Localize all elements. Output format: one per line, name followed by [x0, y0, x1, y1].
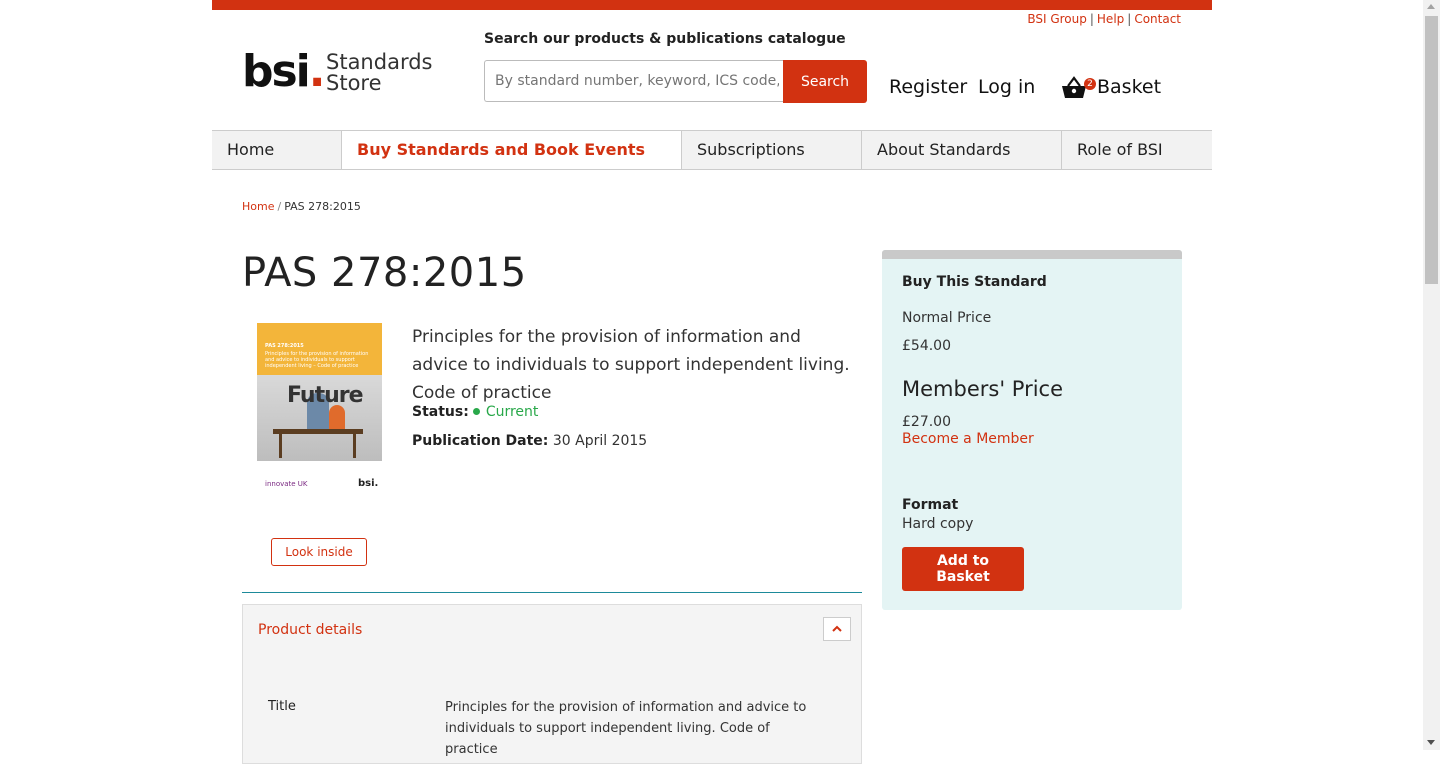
status-dot-icon — [472, 408, 480, 415]
section-divider — [242, 592, 862, 593]
pub-date-value: 30 April 2015 — [552, 433, 648, 449]
chevron-up-icon — [832, 625, 842, 632]
look-inside-button[interactable]: Look inside — [271, 538, 367, 566]
add-to-basket-button[interactable]: Add to Basket — [902, 547, 1024, 591]
cover-person — [329, 405, 345, 431]
main-nav: Home Buy Standards and Book Events Subsc… — [212, 130, 1212, 170]
members-price-value: £27.00 — [902, 414, 951, 430]
product-description: Principles for the provision of informat… — [412, 327, 850, 403]
scrollbar-thumb[interactable] — [1425, 16, 1438, 284]
help-link[interactable]: Help — [1097, 12, 1124, 26]
nav-about-standards[interactable]: About Standards — [862, 131, 1062, 169]
bsi-standards-store-logo[interactable]: bsi. Standards Store — [242, 46, 442, 100]
cover-word: Future — [287, 383, 364, 408]
scroll-up-arrow-icon[interactable] — [1427, 4, 1435, 9]
breadcrumb: Home / PAS 278:2015 — [242, 200, 361, 213]
nav-subscriptions[interactable]: Subscriptions — [682, 131, 862, 169]
breadcrumb-separator: / — [277, 200, 282, 213]
detail-row-value: Principles for the provision of informat… — [445, 700, 807, 757]
nav-home[interactable]: Home — [212, 131, 342, 169]
search-input[interactable] — [485, 61, 789, 101]
product-cover-image[interactable]: PAS 278:2015 Principles for the provisio… — [257, 323, 382, 498]
product-status: Status: Current — [412, 404, 538, 420]
bsi-logo-mark: bsi. — [242, 46, 326, 97]
buy-box-top-strip — [882, 250, 1182, 259]
nav-buy-standards[interactable]: Buy Standards and Book Events — [342, 131, 682, 169]
become-member-link[interactable]: Become a Member — [902, 431, 1034, 447]
logo-line1: Standards — [326, 50, 433, 74]
format-value: Hard copy — [902, 516, 974, 532]
cover-partner-logo: innovate UK — [265, 480, 308, 488]
status-label: Status: — [412, 404, 469, 420]
utility-links: BSI Group | Help | Contact — [1027, 12, 1181, 26]
normal-price-label: Normal Price — [902, 310, 992, 326]
product-details-panel: Product details Title Principles for the… — [242, 604, 862, 764]
format-label: Format — [902, 497, 959, 513]
register-link[interactable]: Register — [889, 76, 967, 98]
brand-top-bar — [212, 0, 1212, 10]
members-price-label: Members' Price — [902, 377, 1063, 401]
logo-line2: Store — [326, 71, 382, 95]
separator: | — [1127, 12, 1132, 26]
breadcrumb-home[interactable]: Home — [242, 200, 274, 213]
detail-row-label: Title — [268, 699, 296, 714]
search-label: Search our products & publications catal… — [484, 31, 846, 47]
logo-dot: . — [308, 46, 326, 97]
logo-mark-text: bsi — [242, 46, 311, 97]
page-title: PAS 278:2015 — [242, 250, 527, 296]
buy-heading: Buy This Standard — [902, 274, 1047, 290]
product-details-heading[interactable]: Product details — [258, 622, 362, 638]
normal-price-value: £54.00 — [902, 338, 951, 354]
cover-bsi-logo: bsi. — [358, 478, 379, 489]
cover-band: PAS 278:2015 Principles for the provisio… — [257, 323, 382, 375]
basket-label: Basket — [1097, 76, 1162, 98]
page: BSI Group | Help | Contact bsi. Standards St… — [212, 0, 1212, 764]
collapse-toggle-button[interactable] — [823, 617, 851, 641]
vertical-scrollbar[interactable] — [1423, 0, 1440, 750]
breadcrumb-current: PAS 278:2015 — [284, 200, 361, 213]
cover-table — [273, 429, 363, 434]
login-link[interactable]: Log in — [978, 76, 1035, 98]
bsi-group-link[interactable]: BSI Group — [1027, 12, 1087, 26]
cover-table-leg — [353, 434, 356, 458]
separator: | — [1089, 12, 1094, 26]
scroll-down-arrow-icon[interactable] — [1427, 740, 1435, 745]
search-button[interactable]: Search — [783, 60, 867, 103]
search-box — [484, 60, 789, 102]
cover-code: PAS 278:2015 — [265, 343, 304, 349]
logo-store-text: Standards Store — [326, 52, 432, 94]
buy-box: Buy This Standard Normal Price £54.00 Me… — [882, 250, 1182, 610]
nav-role-of-bsi[interactable]: Role of BSI — [1062, 131, 1212, 169]
basket-count-badge: 2 — [1084, 78, 1096, 90]
contact-link[interactable]: Contact — [1134, 12, 1181, 26]
cover-table-leg — [279, 434, 282, 458]
publication-date: Publication Date: 30 April 2015 — [412, 433, 647, 449]
cover-subtitle: Principles for the provision of informat… — [265, 351, 369, 369]
status-value: Current — [485, 404, 539, 420]
pub-date-label: Publication Date: — [412, 433, 549, 449]
basket-icon — [1062, 76, 1086, 98]
